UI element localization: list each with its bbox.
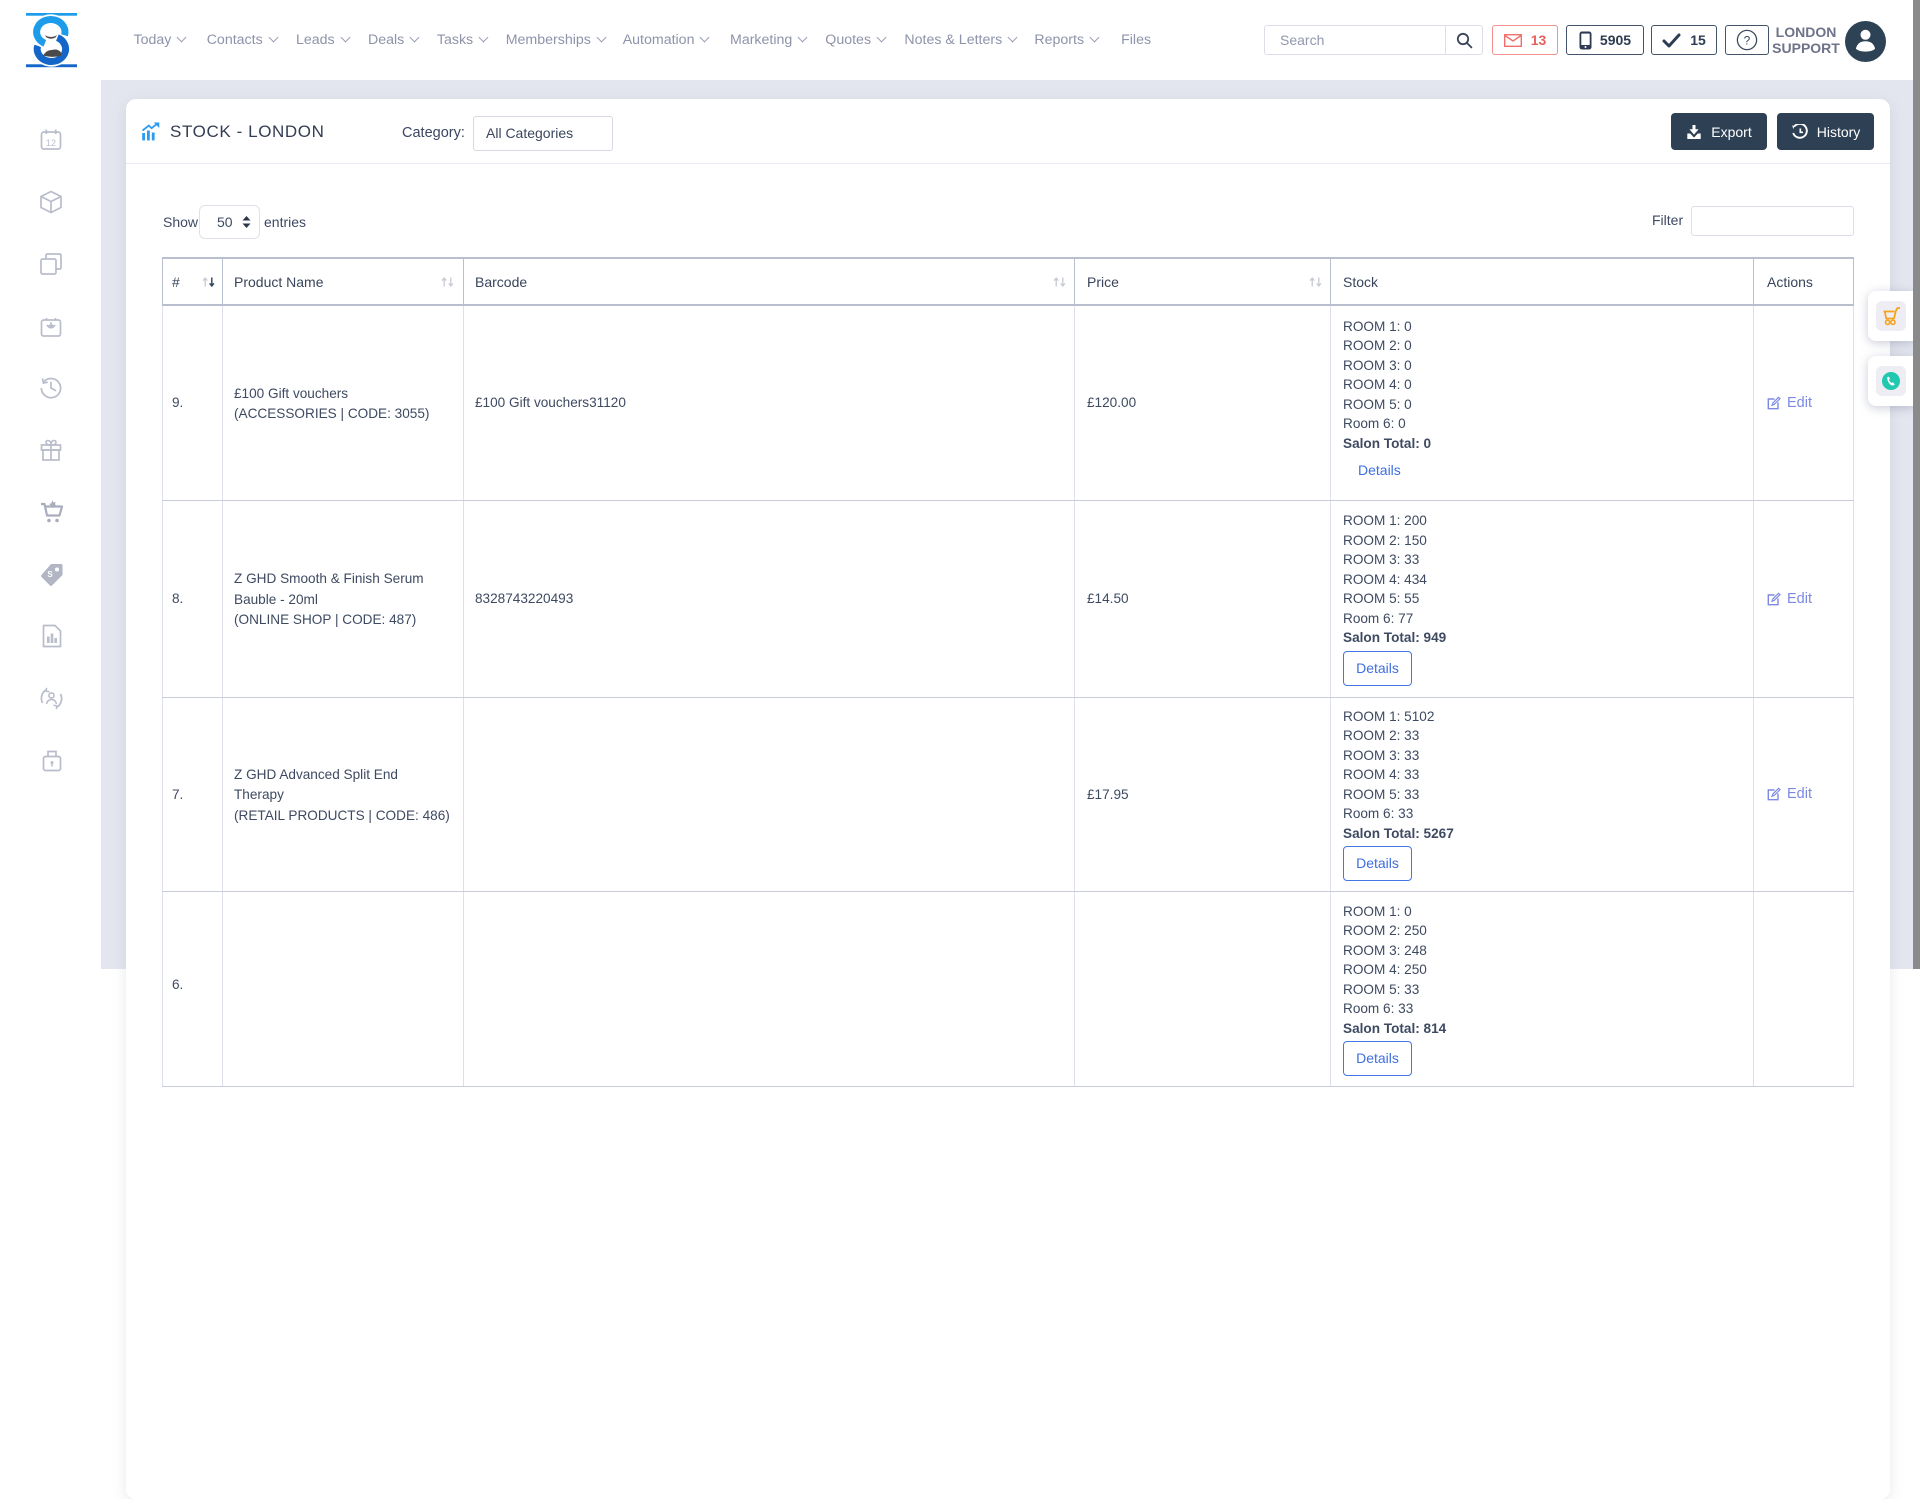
svg-text:S: S [47, 570, 53, 579]
svg-text:?: ? [1744, 33, 1751, 47]
svg-text:12: 12 [46, 138, 56, 148]
